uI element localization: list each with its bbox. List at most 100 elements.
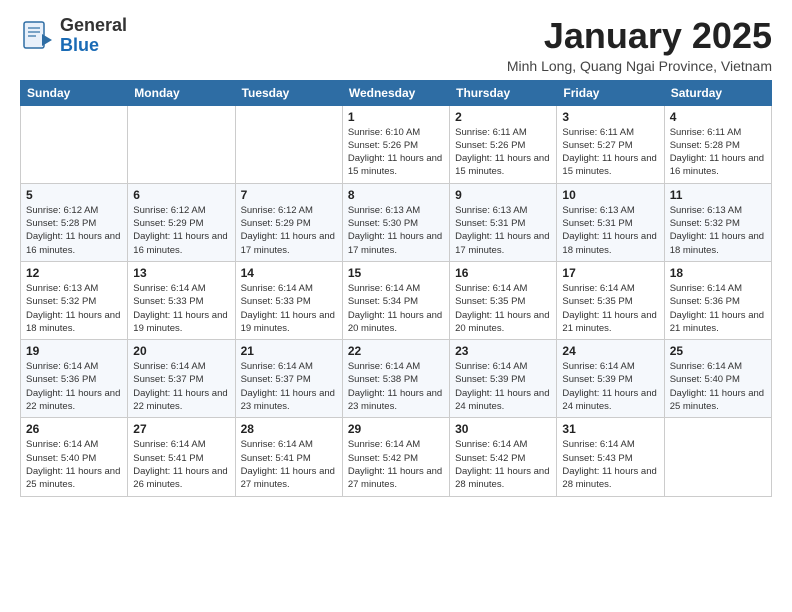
- day-number: 8: [348, 188, 444, 202]
- day-number: 19: [26, 344, 122, 358]
- day-info: Sunrise: 6:14 AMSunset: 5:43 PMDaylight:…: [562, 438, 658, 491]
- day-number: 6: [133, 188, 229, 202]
- logo-icon: [20, 18, 56, 54]
- header-row: Sunday Monday Tuesday Wednesday Thursday…: [21, 80, 772, 105]
- calendar-cell: 31 Sunrise: 6:14 AMSunset: 5:43 PMDayligh…: [557, 418, 664, 496]
- day-number: 2: [455, 110, 551, 124]
- calendar-cell: [21, 105, 128, 183]
- day-number: 11: [670, 188, 766, 202]
- calendar-cell: 9 Sunrise: 6:13 AMSunset: 5:31 PMDaylight…: [450, 183, 557, 261]
- day-number: 28: [241, 422, 337, 436]
- day-info: Sunrise: 6:14 AMSunset: 5:40 PMDaylight:…: [26, 438, 122, 491]
- calendar-cell: 13Sunrise: 6:14 AMSunset: 5:33 PMDayligh…: [128, 261, 235, 339]
- day-info: Sunrise: 6:14 AMSunset: 5:35 PMDaylight:…: [562, 282, 658, 335]
- title-month: January 2025: [507, 16, 772, 56]
- calendar-body: 1Sunrise: 6:10 AMSunset: 5:26 PMDaylight…: [21, 105, 772, 496]
- logo-text: General Blue: [60, 16, 127, 56]
- day-info: Sunrise: 6:14 AMSunset: 5:34 PMDaylight:…: [348, 282, 444, 335]
- calendar-cell: 1Sunrise: 6:10 AMSunset: 5:26 PMDaylight…: [342, 105, 449, 183]
- calendar-cell: 14 Sunrise: 6:14 AMSunset: 5:33 PMDayligh…: [235, 261, 342, 339]
- day-info: Sunrise: 6:12 AMSunset: 5:29 PMDaylight:…: [133, 204, 229, 257]
- calendar-cell: 27Sunrise: 6:14 AMSunset: 5:41 PMDayligh…: [128, 418, 235, 496]
- calendar-cell: 2 Sunrise: 6:11 AMSunset: 5:26 PMDaylight…: [450, 105, 557, 183]
- day-number: 14: [241, 266, 337, 280]
- calendar-cell: 21 Sunrise: 6:14 AMSunset: 5:37 PMDayligh…: [235, 340, 342, 418]
- calendar-cell: 23Sunrise: 6:14 AMSunset: 5:39 PMDayligh…: [450, 340, 557, 418]
- col-tuesday: Tuesday: [235, 80, 342, 105]
- calendar-cell: 28 Sunrise: 6:14 AMSunset: 5:41 PMDayligh…: [235, 418, 342, 496]
- day-number: 17: [562, 266, 658, 280]
- calendar-cell: 3Sunrise: 6:11 AMSunset: 5:27 PMDaylight…: [557, 105, 664, 183]
- calendar-cell: 6 Sunrise: 6:12 AMSunset: 5:29 PMDaylight…: [128, 183, 235, 261]
- day-info: Sunrise: 6:14 AMSunset: 5:33 PMDaylight:…: [241, 282, 337, 335]
- day-number: 3: [562, 110, 658, 124]
- logo-blue-text: Blue: [60, 36, 127, 56]
- col-sunday: Sunday: [21, 80, 128, 105]
- calendar-cell: 7Sunrise: 6:12 AMSunset: 5:29 PMDaylight…: [235, 183, 342, 261]
- calendar-cell: 22Sunrise: 6:14 AMSunset: 5:38 PMDayligh…: [342, 340, 449, 418]
- calendar-week-5: 26Sunrise: 6:14 AMSunset: 5:40 PMDayligh…: [21, 418, 772, 496]
- calendar-cell: 5Sunrise: 6:12 AMSunset: 5:28 PMDaylight…: [21, 183, 128, 261]
- col-thursday: Thursday: [450, 80, 557, 105]
- calendar-cell: [128, 105, 235, 183]
- col-wednesday: Wednesday: [342, 80, 449, 105]
- day-info: Sunrise: 6:14 AMSunset: 5:39 PMDaylight:…: [562, 360, 658, 413]
- calendar-cell: 11 Sunrise: 6:13 AMSunset: 5:32 PMDayligh…: [664, 183, 771, 261]
- calendar-cell: 19 Sunrise: 6:14 AMSunset: 5:36 PMDayligh…: [21, 340, 128, 418]
- day-info: Sunrise: 6:14 AMSunset: 5:36 PMDaylight:…: [26, 360, 122, 413]
- day-info: Sunrise: 6:13 AMSunset: 5:32 PMDaylight:…: [26, 282, 122, 335]
- calendar-cell: 26Sunrise: 6:14 AMSunset: 5:40 PMDayligh…: [21, 418, 128, 496]
- day-number: 21: [241, 344, 337, 358]
- day-number: 9: [455, 188, 551, 202]
- day-number: 12: [26, 266, 122, 280]
- day-number: 24: [562, 344, 658, 358]
- day-info: Sunrise: 6:13 AMSunset: 5:31 PMDaylight:…: [562, 204, 658, 257]
- day-info: Sunrise: 6:11 AMSunset: 5:26 PMDaylight:…: [455, 126, 551, 179]
- day-number: 25: [670, 344, 766, 358]
- calendar-cell: 15 Sunrise: 6:14 AMSunset: 5:34 PMDayligh…: [342, 261, 449, 339]
- calendar-cell: 12 Sunrise: 6:13 AMSunset: 5:32 PMDayligh…: [21, 261, 128, 339]
- calendar-table: Sunday Monday Tuesday Wednesday Thursday…: [20, 80, 772, 497]
- calendar-cell: [664, 418, 771, 496]
- calendar-cell: 8Sunrise: 6:13 AMSunset: 5:30 PMDaylight…: [342, 183, 449, 261]
- day-info: Sunrise: 6:12 AMSunset: 5:28 PMDaylight:…: [26, 204, 122, 257]
- day-number: 18: [670, 266, 766, 280]
- day-info: Sunrise: 6:14 AMSunset: 5:36 PMDaylight:…: [670, 282, 766, 335]
- calendar-cell: 16Sunrise: 6:14 AMSunset: 5:35 PMDayligh…: [450, 261, 557, 339]
- calendar-cell: 10 Sunrise: 6:13 AMSunset: 5:31 PMDayligh…: [557, 183, 664, 261]
- page: General Blue January 2025 Minh Long, Qua…: [0, 0, 792, 612]
- calendar-week-1: 1Sunrise: 6:10 AMSunset: 5:26 PMDaylight…: [21, 105, 772, 183]
- calendar-cell: 17 Sunrise: 6:14 AMSunset: 5:35 PMDayligh…: [557, 261, 664, 339]
- day-info: Sunrise: 6:13 AMSunset: 5:32 PMDaylight:…: [670, 204, 766, 257]
- day-info: Sunrise: 6:13 AMSunset: 5:31 PMDaylight:…: [455, 204, 551, 257]
- day-info: Sunrise: 6:14 AMSunset: 5:42 PMDaylight:…: [348, 438, 444, 491]
- day-info: Sunrise: 6:14 AMSunset: 5:33 PMDaylight:…: [133, 282, 229, 335]
- day-info: Sunrise: 6:14 AMSunset: 5:41 PMDaylight:…: [241, 438, 337, 491]
- day-number: 29: [348, 422, 444, 436]
- day-info: Sunrise: 6:10 AMSunset: 5:26 PMDaylight:…: [348, 126, 444, 179]
- day-info: Sunrise: 6:14 AMSunset: 5:40 PMDaylight:…: [670, 360, 766, 413]
- day-number: 16: [455, 266, 551, 280]
- calendar-week-4: 19 Sunrise: 6:14 AMSunset: 5:36 PMDayligh…: [21, 340, 772, 418]
- calendar-cell: 4 Sunrise: 6:11 AMSunset: 5:28 PMDaylight…: [664, 105, 771, 183]
- col-monday: Monday: [128, 80, 235, 105]
- title-block: January 2025 Minh Long, Quang Ngai Provi…: [507, 16, 772, 74]
- day-info: Sunrise: 6:11 AMSunset: 5:28 PMDaylight:…: [670, 126, 766, 179]
- calendar-cell: 29 Sunrise: 6:14 AMSunset: 5:42 PMDayligh…: [342, 418, 449, 496]
- day-info: Sunrise: 6:14 AMSunset: 5:42 PMDaylight:…: [455, 438, 551, 491]
- calendar-cell: 18 Sunrise: 6:14 AMSunset: 5:36 PMDayligh…: [664, 261, 771, 339]
- calendar-cell: 20Sunrise: 6:14 AMSunset: 5:37 PMDayligh…: [128, 340, 235, 418]
- calendar-cell: [235, 105, 342, 183]
- day-number: 15: [348, 266, 444, 280]
- day-number: 31: [562, 422, 658, 436]
- day-info: Sunrise: 6:12 AMSunset: 5:29 PMDaylight:…: [241, 204, 337, 257]
- title-location: Minh Long, Quang Ngai Province, Vietnam: [507, 58, 772, 74]
- col-friday: Friday: [557, 80, 664, 105]
- day-number: 4: [670, 110, 766, 124]
- calendar-cell: 24 Sunrise: 6:14 AMSunset: 5:39 PMDayligh…: [557, 340, 664, 418]
- header: General Blue January 2025 Minh Long, Qua…: [20, 16, 772, 74]
- day-number: 30: [455, 422, 551, 436]
- day-number: 10: [562, 188, 658, 202]
- calendar-week-2: 5Sunrise: 6:12 AMSunset: 5:28 PMDaylight…: [21, 183, 772, 261]
- day-info: Sunrise: 6:14 AMSunset: 5:37 PMDaylight:…: [241, 360, 337, 413]
